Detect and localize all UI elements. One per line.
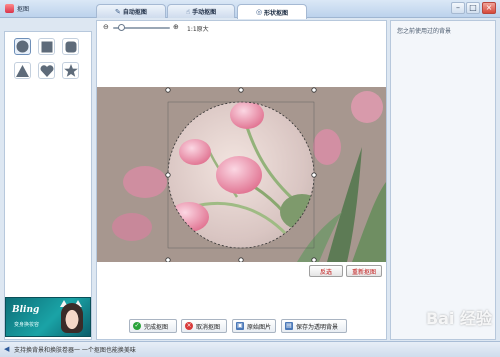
check-icon: ✓	[133, 322, 141, 330]
image-icon: ▣	[236, 322, 244, 330]
rounded-square-icon	[65, 41, 76, 52]
promo-banner[interactable]: Bling 变身换妆容	[5, 297, 91, 337]
zoom-out-icon[interactable]: ⊖	[103, 23, 109, 31]
heart-icon	[40, 64, 53, 77]
background-history-label: 您之前使用过的背景	[397, 28, 452, 35]
shape-rounded-square-button[interactable]	[62, 38, 79, 55]
shape-star-button[interactable]	[62, 62, 79, 79]
minimize-button[interactable]: –	[451, 2, 465, 14]
speaker-icon: ◀	[4, 345, 10, 353]
promo-title: Bling	[12, 305, 40, 315]
watermark: Bai 经验	[425, 309, 492, 328]
button-label: 完成抠图	[144, 323, 169, 331]
tulip-photo	[97, 87, 386, 262]
pen-icon: ✎	[115, 7, 121, 16]
close-button[interactable]: ×	[482, 2, 496, 14]
zoom-actual-size[interactable]: 1:1原大	[187, 24, 209, 33]
tab-auto-cutout[interactable]: ✎ 自动抠图	[96, 4, 166, 18]
tab-label: 自动抠图	[122, 9, 147, 16]
tab-shape-cutout[interactable]: ◎ 形状抠图	[237, 4, 307, 19]
shape-square-button[interactable]	[38, 38, 55, 55]
status-text: 支持换背景和换肤卷器一 一个抠图也能换美味	[14, 347, 136, 354]
invert-selection-button[interactable]: 反选	[309, 265, 343, 277]
zoom-slider-thumb[interactable]	[118, 24, 125, 31]
model-portrait	[61, 303, 83, 333]
square-icon	[41, 41, 52, 52]
button-label: 取消抠图	[196, 323, 221, 331]
shape-triangle-button[interactable]	[14, 62, 31, 79]
original-image-button[interactable]: ▣ 原始图片	[232, 319, 276, 333]
tab-label: 手动抠图	[192, 9, 217, 16]
save-icon: ▤	[285, 322, 293, 330]
button-label: 原始图片	[247, 323, 272, 331]
window-title: 抠图	[17, 6, 30, 13]
app-logo-icon	[5, 4, 14, 13]
tab-label: 形状抠图	[264, 9, 289, 17]
image-canvas[interactable]	[97, 87, 386, 262]
tab-manual-cutout[interactable]: ☝ 手动抠图	[167, 4, 235, 18]
maximize-button[interactable]: □	[466, 2, 480, 14]
button-label: 保存为透明背景	[296, 323, 339, 331]
shape-circle-button[interactable]	[14, 38, 31, 55]
finish-cutout-button[interactable]: ✓ 完成抠图	[129, 319, 177, 333]
star-icon	[63, 64, 78, 77]
save-transparent-button[interactable]: ▤ 保存为透明背景	[281, 319, 347, 333]
hand-icon: ☝	[185, 7, 191, 16]
zoom-in-icon[interactable]: ⊕	[173, 23, 179, 31]
background-history-panel	[390, 20, 496, 340]
promo-subtitle: 变身换妆容	[14, 322, 40, 328]
cancel-icon: ×	[185, 322, 193, 330]
circle-icon	[16, 40, 29, 53]
triangle-icon	[16, 64, 29, 77]
cancel-cutout-button[interactable]: × 取消抠图	[181, 319, 227, 333]
redo-cutout-button[interactable]: 重新抠图	[346, 265, 382, 277]
shape-icon: ◎	[255, 8, 263, 16]
shape-heart-button[interactable]	[38, 62, 55, 79]
